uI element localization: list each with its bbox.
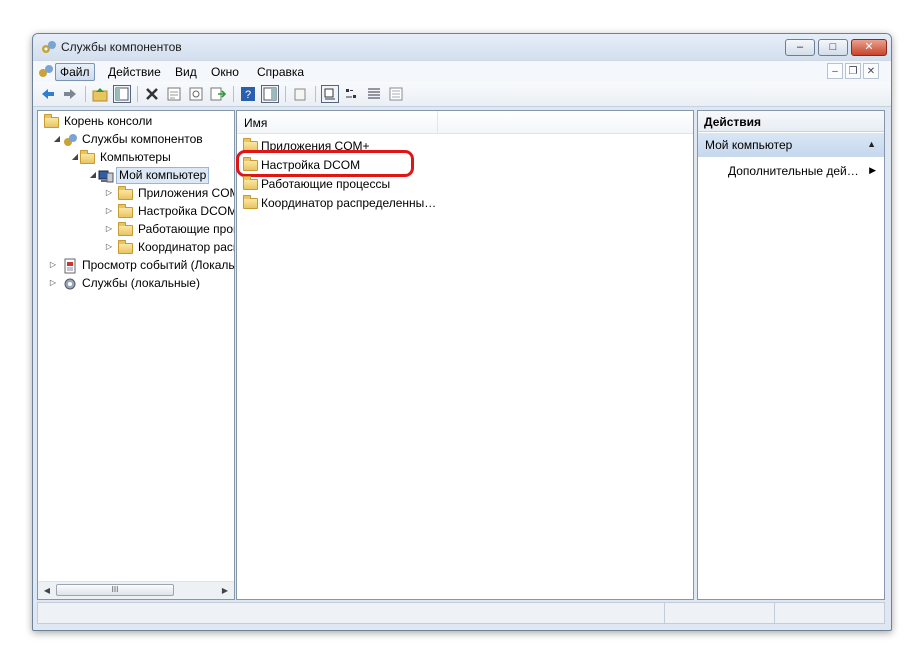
computer-icon	[98, 168, 114, 184]
tree-horizontal-scrollbar[interactable]: ◀ III ▶	[38, 581, 234, 599]
toolbar: ?	[33, 82, 891, 107]
menu-view[interactable]: Вид	[171, 64, 201, 80]
tree-item-label: Координатор распределенных транзакций	[138, 240, 234, 254]
expand-toggle-icon[interactable]: ▷	[104, 241, 114, 253]
tree-item[interactable]: ◢ Компьютеры	[38, 149, 234, 167]
tree-item-label: Службы компонентов	[82, 132, 203, 146]
tree-item[interactable]: ◢ Службы компонентов	[38, 131, 234, 149]
console-tree-pane[interactable]: Корень консоли ◢ Службы компонентов ◢ Компью…	[37, 110, 235, 600]
back-icon[interactable]	[39, 85, 57, 103]
folder-icon	[80, 150, 96, 166]
tree-item-label: Службы (локальные)	[82, 276, 200, 290]
results-list-pane[interactable]: Имя Приложения COM+ Настройка DCOM Работаю…	[236, 110, 694, 600]
scroll-thumb[interactable]: III	[56, 584, 174, 596]
expand-toggle-icon[interactable]: ◢	[88, 169, 98, 181]
list-item[interactable]: Координатор распределенны…	[241, 194, 461, 212]
scroll-left-arrow[interactable]: ◀	[41, 585, 53, 596]
help-icon[interactable]: ?	[239, 85, 257, 103]
properties-icon[interactable]	[165, 85, 183, 103]
tree-item[interactable]: ▷ Службы (локальные)	[38, 275, 234, 293]
folder-icon	[243, 195, 258, 209]
minimize-button[interactable]: –	[785, 39, 815, 56]
list-header: Имя	[237, 111, 693, 134]
list-view-icon[interactable]	[365, 85, 383, 103]
component-services-icon	[42, 41, 56, 53]
tree-item-label: Приложения COM+	[138, 186, 234, 200]
expand-toggle-icon[interactable]: ◢	[52, 133, 62, 145]
expand-toggle-icon[interactable]: ▷	[48, 277, 58, 289]
menu-bar: Файл Действие Вид Окно Справка – ❐ ✕	[33, 60, 891, 83]
close-button[interactable]: ✕	[851, 39, 887, 56]
up-folder-icon[interactable]	[91, 85, 109, 103]
expand-toggle-icon[interactable]: ▷	[104, 205, 114, 217]
folder-icon	[118, 204, 134, 220]
title-bar[interactable]: Службы компонентов – □ ✕	[33, 34, 891, 60]
folder-icon	[118, 240, 134, 256]
more-actions-label: Дополнительные дей…	[728, 164, 859, 178]
small-icons-view-icon[interactable]	[343, 85, 361, 103]
services-gear-icon	[62, 276, 78, 292]
tree-item[interactable]: ▷ Приложения COM+	[38, 185, 234, 203]
list-item[interactable]: Настройка DCOM	[236, 150, 461, 177]
tree-item-label: Просмотр событий (Локальный)	[82, 258, 234, 272]
action-pane-icon[interactable]	[261, 85, 279, 103]
highlight-annotation	[236, 150, 414, 177]
forward-icon[interactable]	[61, 85, 79, 103]
expand-toggle-icon[interactable]: ▷	[104, 187, 114, 199]
status-bar	[37, 602, 885, 624]
list-item[interactable]: Работающие процессы	[241, 175, 461, 193]
mdi-restore-button[interactable]: ❐	[845, 63, 861, 79]
collapse-caret-icon[interactable]: ▲	[867, 139, 876, 149]
delete-icon[interactable]	[143, 85, 161, 103]
expand-toggle-icon[interactable]: ▷	[48, 259, 58, 271]
svg-text:?: ?	[245, 89, 251, 101]
menu-action[interactable]: Действие	[104, 64, 165, 80]
folder-icon	[44, 114, 60, 130]
menu-window[interactable]: Окно	[207, 64, 243, 80]
folder-icon	[118, 186, 134, 202]
mdi-close-button[interactable]: ✕	[863, 63, 879, 79]
mdi-minimize-button[interactable]: –	[827, 63, 843, 79]
details-view-icon[interactable]	[387, 85, 405, 103]
scroll-right-arrow[interactable]: ▶	[219, 585, 231, 596]
system-menu-icon[interactable]	[38, 64, 54, 78]
tree-item-label: Работающие процессы	[138, 222, 234, 236]
refresh-icon[interactable]	[187, 85, 205, 103]
list-item-label: Работающие процессы	[261, 177, 391, 191]
window-title: Службы компонентов	[61, 40, 182, 54]
tree-item[interactable]: Корень консоли	[38, 113, 234, 131]
folder-icon	[243, 176, 258, 190]
show-hide-tree-icon[interactable]	[113, 85, 131, 103]
more-actions-link[interactable]: Дополнительные дей… ▶	[728, 164, 880, 182]
component-services-icon	[62, 132, 78, 148]
expand-toggle-icon[interactable]: ▷	[104, 223, 114, 235]
component-services-window: Службы компонентов – □ ✕ Файл Действие В…	[32, 33, 892, 631]
menu-help[interactable]: Справка	[253, 64, 308, 80]
menu-file[interactable]: Файл	[55, 63, 95, 81]
maximize-button[interactable]: □	[818, 39, 848, 56]
tree-item[interactable]: ◢ Мой компьютер	[38, 167, 234, 185]
tree-item[interactable]: ▷ Настройка DCOM	[38, 203, 234, 221]
export-list-icon[interactable]	[209, 85, 227, 103]
tree-item-label: Мой компьютер	[116, 167, 210, 184]
list-item-label: Координатор распределенны…	[261, 196, 437, 210]
tree-item-label: Корень консоли	[64, 114, 153, 128]
column-header-name[interactable]: Имя	[237, 111, 438, 133]
tree-item[interactable]: ▷ Работающие процессы	[38, 221, 234, 239]
large-icons-view-icon[interactable]	[321, 85, 339, 103]
actions-header: Действия	[698, 111, 884, 132]
tree-item-label: Настройка DCOM	[138, 204, 234, 218]
actions-pane: Действия Мой компьютер ▲ Дополнительные …	[697, 110, 885, 600]
actions-section-my-computer[interactable]: Мой компьютер ▲	[698, 133, 884, 157]
new-window-icon[interactable]	[291, 85, 309, 103]
tree-item-label: Компьютеры	[100, 150, 171, 164]
event-viewer-icon	[62, 258, 78, 274]
tree-item[interactable]: ▷ Просмотр событий (Локальный)	[38, 257, 234, 275]
expand-toggle-icon[interactable]: ◢	[70, 151, 80, 163]
actions-section-label: Мой компьютер	[705, 138, 793, 152]
submenu-arrow-icon: ▶	[869, 165, 876, 175]
tree-item[interactable]: ▷ Координатор распределенных транзакций	[38, 239, 234, 257]
folder-icon	[118, 222, 134, 238]
